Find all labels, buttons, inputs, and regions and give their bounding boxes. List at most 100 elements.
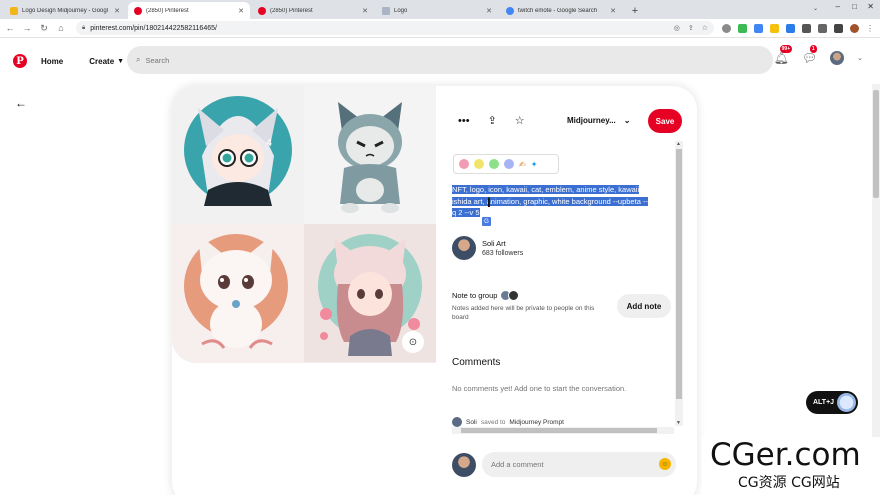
minimize-icon[interactable]: – [836,2,840,11]
google-lens-icon[interactable]: ◎ [674,24,680,32]
color-picker-popup: ✍︎ ✦ [453,154,559,174]
add-note-button[interactable]: Add note [617,294,671,318]
scroll-down-icon[interactable]: ▼ [676,420,681,426]
color-swatch-green[interactable] [489,159,499,169]
extension-icon[interactable] [754,23,763,33]
profile-avatar[interactable] [830,51,845,65]
scrollbar-thumb[interactable] [873,90,879,198]
tab-close-icon[interactable]: ✕ [362,7,368,15]
reload-icon[interactable]: ↻ [37,23,51,34]
pin-card: 4 ⊙ ••• ⇪ ☆ Midjourney... ⌄ Save ✍︎ ✦ NF… [172,86,697,495]
creator-info[interactable]: Soli Art 683 followers [452,236,523,260]
search-input[interactable]: ⌕ Search [127,46,773,74]
browser-tab[interactable]: twitch emote - Google Search ✕ [500,2,622,19]
creator-name[interactable]: Soli Art [482,239,523,248]
notifications-bell-icon[interactable]: 🔔︎ 99+ [774,45,793,65]
description-line: NFT, logo, icon, kawaii, cat, emblem, an… [452,185,640,194]
chevron-down-icon: ▼ [117,57,125,65]
scrollbar-thumb[interactable] [461,428,657,433]
bookmark-star-icon[interactable]: ☆ [702,24,708,32]
note-to-group-title: Note to group [452,290,520,301]
description-line: ishida art, animation, graphic, white ba… [452,196,648,206]
tab-close-icon[interactable]: ✕ [610,7,616,15]
profile-avatar-icon[interactable] [850,23,859,33]
extension-icon[interactable] [802,23,811,33]
activity-user[interactable]: Soli [466,419,477,426]
pin-description[interactable]: NFT, logo, icon, kawaii, cat, emblem, an… [452,184,674,219]
board-select-label: Midjourney... [567,116,616,125]
close-window-icon[interactable]: ✕ [867,2,874,11]
comment-placeholder: Add a comment [491,460,544,469]
forward-nav-icon[interactable]: → [20,23,34,33]
save-button[interactable]: Save [648,109,682,133]
svg-text:4: 4 [266,138,272,149]
puzzle-icon[interactable] [818,23,827,33]
tab-close-icon[interactable]: ✕ [114,7,120,15]
color-swatch-yellow[interactable] [474,159,484,169]
shortcut-label: ALT+J [813,399,835,406]
header-actions: 🔔︎ 99+ 💬︎ 1 ⌄ [774,45,863,65]
browser-tab-active[interactable]: (2850) Pinterest ✕ [128,2,250,19]
color-swatch-blue[interactable] [504,159,514,169]
nav-home[interactable]: Home [41,57,63,66]
favorite-star-icon[interactable]: ☆ [515,114,525,127]
home-icon[interactable]: ⌂ [54,23,68,33]
activity-board[interactable]: Midjourney Prompt [509,419,564,426]
menu-dots-icon[interactable]: ⋮ [866,24,874,33]
pinterest-header: P Home Create ▼ ⌕ Search 🔔︎ 99+ 💬︎ 1 ⌄ [0,38,880,84]
creator-avatar[interactable] [452,236,476,260]
pin-image[interactable]: 4 ⊙ [172,86,436,363]
watermark-main-text: CGer.com [710,437,861,473]
scroll-up-icon[interactable]: ▲ [676,141,681,147]
tab-title: Logo Design Midjourney - Googl [22,7,109,14]
visual-search-icon[interactable]: ⊙ [402,331,424,353]
scrollbar-thumb[interactable] [676,149,682,399]
comment-input[interactable]: Add a comment ☺ [482,452,676,477]
details-scrollbar[interactable]: ▲ ▼ [675,141,683,426]
tab-title: twitch emote - Google Search [518,7,598,14]
back-nav-icon[interactable]: ← [3,23,17,33]
emoji-icon[interactable]: ☺ [659,458,671,470]
twitter-bird-icon[interactable]: ✦ [531,160,538,169]
url-text: pinterest.com/pin/180214422582116465/ [90,24,217,32]
lock-icon[interactable]: 🔒︎ [82,25,85,32]
extension-icon[interactable] [722,23,731,33]
tab-close-icon[interactable]: ✕ [238,7,244,15]
comments-empty-text: No comments yet! Add one to start the co… [452,384,627,393]
nav-create-label: Create [89,56,115,66]
extension-icon[interactable] [770,23,779,33]
tab-close-icon[interactable]: ✕ [486,7,492,15]
nav-create[interactable]: Create ▼ [89,57,124,66]
shortcut-pill-button[interactable]: ALT+J [806,391,858,414]
comments-heading: Comments [452,357,501,368]
extension-icon[interactable] [786,23,795,33]
watermark-sub-text: CG资源 CG网站 [738,475,840,491]
google-translate-icon[interactable]: G [482,217,491,226]
tab-search-chevron-icon[interactable]: ⌄ [813,5,818,12]
window-scrollbar[interactable] [872,84,880,495]
share-upload-icon[interactable]: ⇪ [488,114,497,127]
back-arrow-icon[interactable]: ← [15,96,27,110]
color-swatch-pink[interactable] [459,159,469,169]
activity-row: Soli saved to Midjourney Prompt [452,417,564,427]
browser-tab[interactable]: (2850) Pinterest ✕ [252,2,374,19]
more-options-icon[interactable]: ••• [458,115,470,127]
google-favicon-icon [506,6,514,15]
board-select-dropdown[interactable]: Midjourney... ⌄ [567,116,630,125]
pinterest-logo-icon[interactable]: P [13,54,27,68]
details-horizontal-scrollbar[interactable] [452,427,674,434]
address-bar-row: ← → ↻ ⌂ 🔒︎ pinterest.com/pin/18021442258… [0,19,880,38]
extension-icon[interactable] [738,23,747,33]
avatar [452,417,462,427]
account-chevron-down-icon[interactable]: ⌄ [857,54,863,62]
browser-tab[interactable]: Logo Design Midjourney - Googl ✕ [4,2,126,19]
url-input[interactable]: 🔒︎ pinterest.com/pin/180214422582116465/… [76,21,714,35]
messages-icon[interactable]: 💬︎ 1 [802,45,817,65]
browser-tab[interactable]: Logo ✕ [376,2,498,19]
kawaii-white-cat-image [172,224,304,362]
translate-icon[interactable]: ✍︎ [519,160,526,169]
share-icon[interactable]: ⇪ [688,24,694,32]
maximize-icon[interactable]: □ [852,2,857,11]
sidebar-icon[interactable] [834,23,843,33]
new-tab-button[interactable]: + [627,3,643,19]
